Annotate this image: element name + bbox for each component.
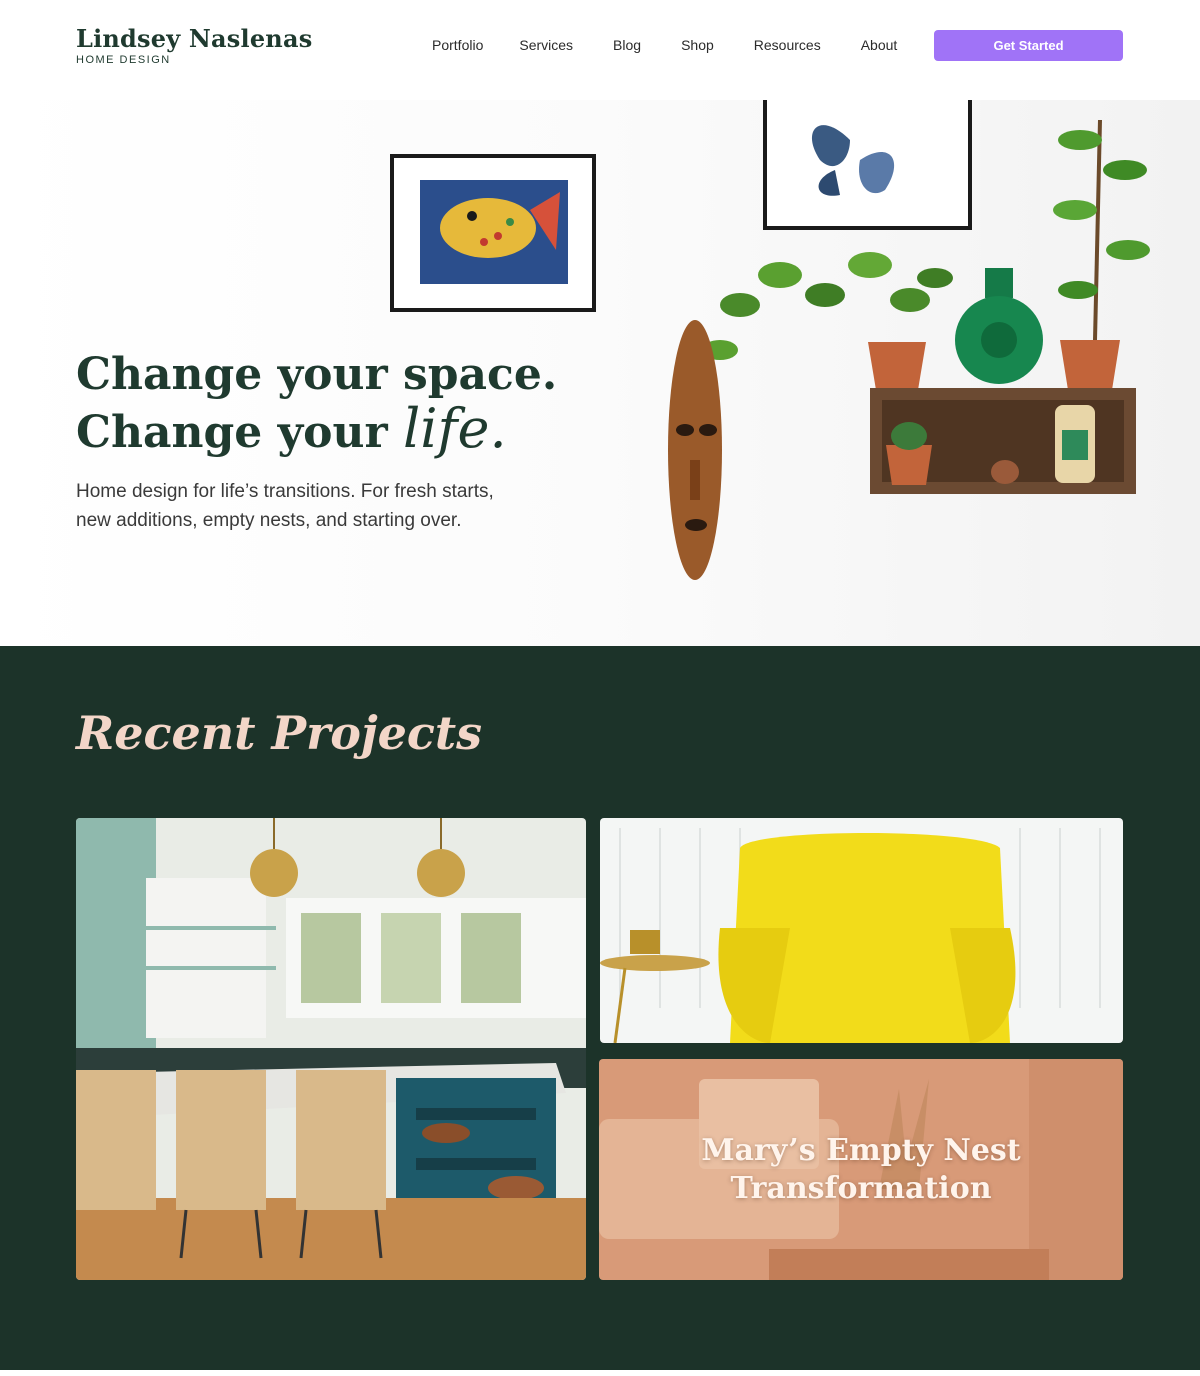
hero-heading-line2: Change your [76,407,403,458]
nav-portfolio[interactable]: Portfolio [432,37,483,53]
brand-logo[interactable]: Lindsey Naslenas HOME DESIGN [76,24,313,67]
main-nav: Portfolio Services Blog Shop Resources A… [432,37,897,53]
yellow-chair-image [600,818,1123,1043]
get-started-button[interactable]: Get Started [934,30,1123,61]
featured-project-title: Mary’s Empty Nest Transformation [701,1132,1021,1206]
framed-leaf-print [763,100,972,230]
wooden-mask [668,320,722,580]
framed-fish-painting [390,154,596,312]
wooden-shelf [870,388,1136,494]
terracotta-pot-left [868,342,926,390]
brand-name: Lindsey Naslenas [76,24,313,53]
hero-heading-line1: Change your space. [76,349,558,400]
nav-blog[interactable]: Blog [613,37,641,53]
terracotta-pot-right [1060,340,1120,390]
project-card-marys-empty-nest[interactable]: Mary’s Empty Nest Transformation [599,1059,1123,1280]
brand-subtitle: HOME DESIGN [76,54,171,66]
kitchen-image [76,818,586,1280]
hero-section: Change your space. Change your life. Hom… [0,100,1200,646]
nav-services[interactable]: Services [519,37,573,53]
project-card-yellow-chair[interactable] [600,818,1123,1043]
recent-projects-section: Recent Projects Mary’s Empty Nest Transf… [0,646,1200,1370]
featured-project-caption: Mary’s Empty Nest Transformation [599,1059,1123,1280]
hero-subtitle: Home design for life’s transitions. For … [76,481,494,531]
green-vase [955,268,1043,384]
nav-resources[interactable]: Resources [754,37,821,53]
section-title: Recent Projects [76,706,483,760]
footer-edge [0,1370,1200,1376]
hero-heading: Change your space. Change your life. [76,348,557,460]
hero-heading-script: life. [403,397,507,460]
nav-shop[interactable]: Shop [681,37,714,53]
tall-plant [1053,119,1150,341]
site-header: Lindsey Naslenas HOME DESIGN Portfolio S… [0,0,1200,100]
nav-about[interactable]: About [861,37,898,53]
project-card-kitchen[interactable] [76,818,586,1280]
